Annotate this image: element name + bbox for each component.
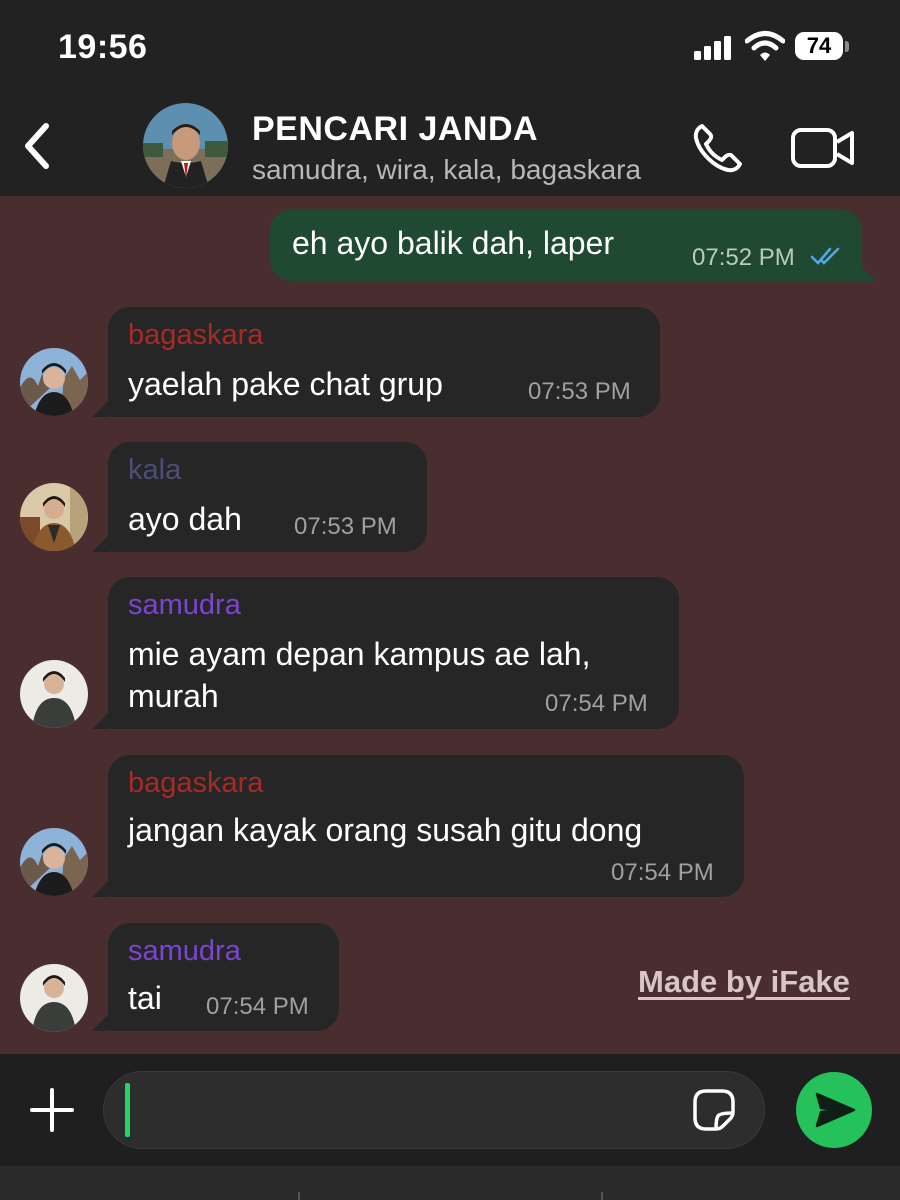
avatar-bagaskara[interactable] (20, 828, 88, 896)
message-text-line: mie ayam depan kampus ae lah, (128, 636, 591, 672)
status-bar: 19:56 74 (0, 0, 900, 100)
group-members[interactable]: samudra, wira, kala, bagaskara (252, 154, 664, 186)
cellular-signal-icon (694, 36, 731, 60)
composer (0, 1054, 900, 1166)
message-bubble-incoming[interactable]: samudra mie ayam depan kampus ae lah, mu… (108, 577, 679, 729)
message-text: yaelah pake chat grup (128, 366, 443, 402)
strip-divider (298, 1192, 300, 1200)
message-text-line: murah (128, 678, 219, 714)
bubble-tail (858, 263, 876, 281)
sender-name[interactable]: bagaskara (128, 319, 263, 352)
battery-level: 74 (795, 32, 843, 60)
bubble-tail (92, 534, 110, 552)
message-time: 07:54 PM (611, 859, 714, 886)
sender-name[interactable]: bagaskara (128, 767, 263, 800)
watermark: Made by iFake (638, 964, 850, 999)
text-caret (125, 1083, 130, 1137)
message-input[interactable] (103, 1071, 765, 1149)
bubble-tail (92, 879, 110, 897)
back-chevron-icon[interactable] (18, 120, 62, 172)
message-time: 07:52 PM (692, 244, 795, 271)
message-bubble-incoming[interactable]: bagaskara jangan kayak orang susah gitu … (108, 755, 744, 897)
group-name[interactable]: PENCARI JANDA (252, 110, 538, 149)
sticker-icon[interactable] (692, 1088, 736, 1132)
strip-divider (601, 1192, 603, 1200)
sender-name[interactable]: kala (128, 454, 181, 487)
video-camera-icon[interactable] (790, 124, 856, 172)
message-text: ayo dah (128, 501, 242, 537)
send-button[interactable] (796, 1072, 872, 1148)
status-time: 19:56 (58, 28, 148, 66)
avatar-bagaskara[interactable] (20, 348, 88, 416)
bubble-tail (92, 1013, 110, 1031)
group-avatar[interactable] (143, 103, 228, 188)
message-text: eh ayo balik dah, laper (292, 225, 614, 261)
message-time: 07:54 PM (545, 690, 648, 717)
message-bubble-incoming[interactable]: bagaskara yaelah pake chat grup 07:53 PM (108, 307, 660, 417)
message-bubble-incoming[interactable]: kala ayo dah 07:53 PM (108, 442, 427, 552)
message-bubble-outgoing[interactable]: eh ayo balik dah, laper 07:52 PM (270, 209, 862, 281)
plus-icon[interactable] (28, 1086, 76, 1134)
send-arrow-icon (815, 1092, 856, 1128)
battery-icon: 74 (795, 32, 849, 62)
bubble-tail (92, 711, 110, 729)
message-time: 07:53 PM (294, 513, 397, 540)
read-receipt-icon (810, 247, 840, 265)
avatar-kala[interactable] (20, 483, 88, 551)
message-bubble-incoming[interactable]: samudra tai 07:54 PM (108, 923, 339, 1031)
message-text: tai (128, 980, 162, 1016)
battery-tip (845, 41, 849, 52)
avatar-samudra[interactable] (20, 660, 88, 728)
chat-header: PENCARI JANDA samudra, wira, kala, bagas… (0, 100, 900, 196)
phone-icon[interactable] (690, 120, 746, 176)
bubble-tail (92, 399, 110, 417)
sender-name[interactable]: samudra (128, 589, 241, 622)
wifi-icon (745, 31, 785, 61)
message-text: jangan kayak orang susah gitu dong (128, 812, 643, 848)
chat-area[interactable]: eh ayo balik dah, laper 07:52 PM bagaska… (0, 196, 900, 1054)
sender-name[interactable]: samudra (128, 935, 241, 968)
bottom-strip (0, 1166, 900, 1200)
message-time: 07:53 PM (528, 378, 631, 405)
message-time: 07:54 PM (206, 993, 309, 1020)
avatar-samudra[interactable] (20, 964, 88, 1032)
